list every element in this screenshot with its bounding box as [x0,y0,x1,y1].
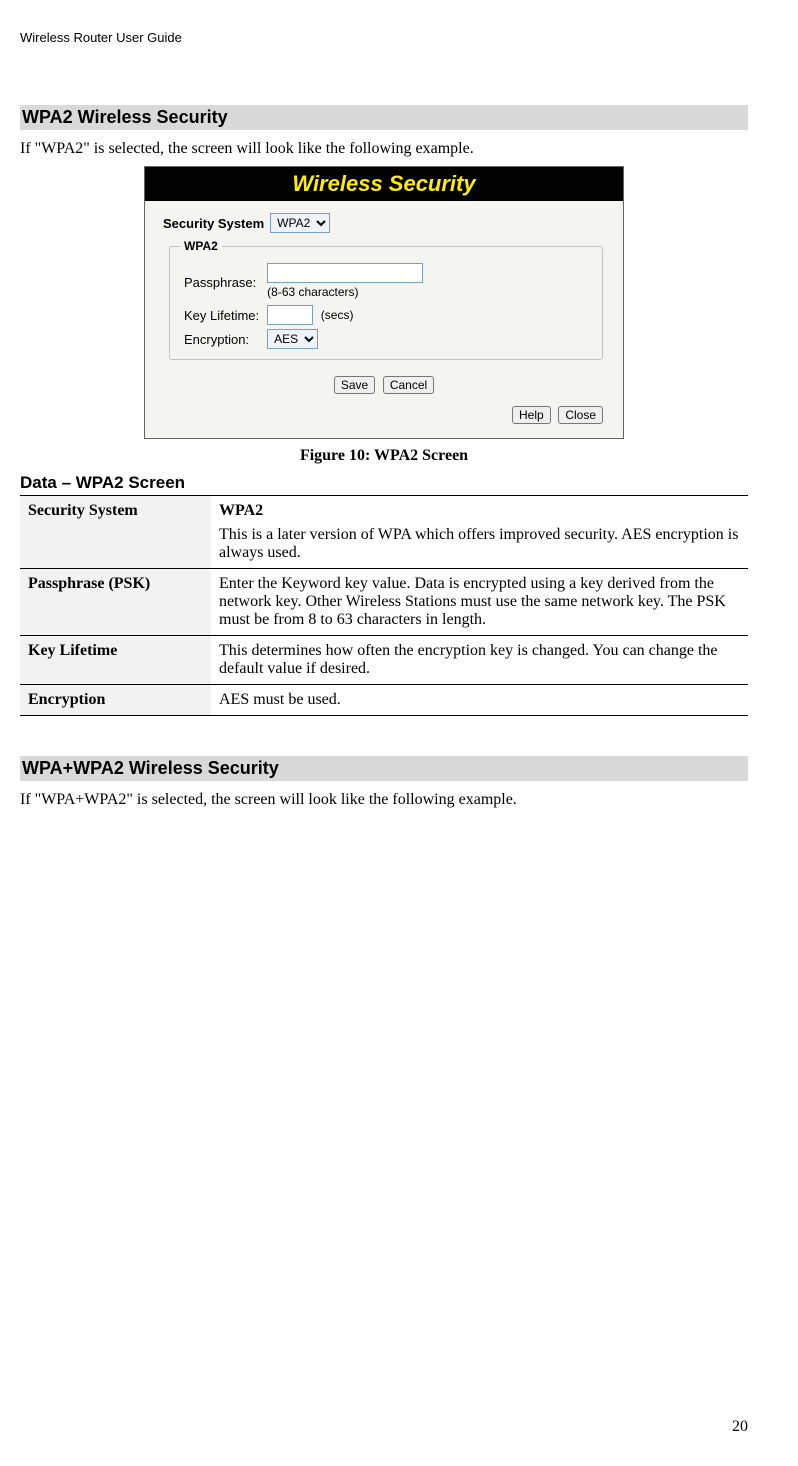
figure-titlebar: Wireless Security [145,167,623,201]
cancel-button[interactable]: Cancel [383,376,434,394]
section-heading-wpa2: WPA2 Wireless Security [20,105,748,130]
figure-screenshot: Wireless Security Security System WPA2 W… [144,166,624,439]
section2-intro: If "WPA+WPA2" is selected, the screen wi… [20,791,748,809]
security-system-select[interactable]: WPA2 [270,213,330,233]
data-table: Security System WPA2 This is a later ver… [20,495,748,716]
page-number: 20 [732,1418,748,1436]
table-row: Passphrase (PSK) Enter the Keyword key v… [20,569,748,636]
table-value: Enter the Keyword key value. Data is enc… [211,569,748,636]
table-key: Key Lifetime [20,636,211,685]
wpa2-legend: WPA2 [180,239,222,253]
table-value: WPA2 This is a later version of WPA whic… [211,496,748,569]
encryption-label: Encryption: [184,332,249,347]
security-system-label: Security System [163,216,264,231]
table-value: AES must be used. [211,685,748,716]
cell-head: WPA2 [219,502,740,520]
save-button[interactable]: Save [334,376,375,394]
table-row: Key Lifetime This determines how often t… [20,636,748,685]
section1-intro: If "WPA2" is selected, the screen will l… [20,140,748,158]
table-value: This determines how often the encryption… [211,636,748,685]
close-button[interactable]: Close [558,406,603,424]
key-lifetime-unit: (secs) [321,308,354,322]
cell-body: Enter the Keyword key value. Data is enc… [219,575,740,629]
page-header: Wireless Router User Guide [20,30,748,45]
passphrase-input[interactable] [267,263,423,283]
passphrase-label: Passphrase: [184,275,256,290]
encryption-select[interactable]: AES [267,329,318,349]
data-section-heading: Data – WPA2 Screen [20,473,748,493]
cell-body: AES must be used. [219,691,740,709]
cell-body: This determines how often the encryption… [219,642,740,678]
key-lifetime-input[interactable] [267,305,313,325]
table-row: Security System WPA2 This is a later ver… [20,496,748,569]
table-key: Encryption [20,685,211,716]
section-heading-wpa-wpa2: WPA+WPA2 Wireless Security [20,756,748,781]
help-button[interactable]: Help [512,406,551,424]
table-key: Passphrase (PSK) [20,569,211,636]
key-lifetime-label: Key Lifetime: [184,308,259,323]
table-row: Encryption AES must be used. [20,685,748,716]
cell-body: This is a later version of WPA which off… [219,526,740,562]
passphrase-hint: (8-63 characters) [267,285,358,299]
wpa2-fieldset: WPA2 Passphrase: (8-63 characters) [169,239,603,360]
table-key: Security System [20,496,211,569]
figure-caption: Figure 10: WPA2 Screen [20,447,748,465]
